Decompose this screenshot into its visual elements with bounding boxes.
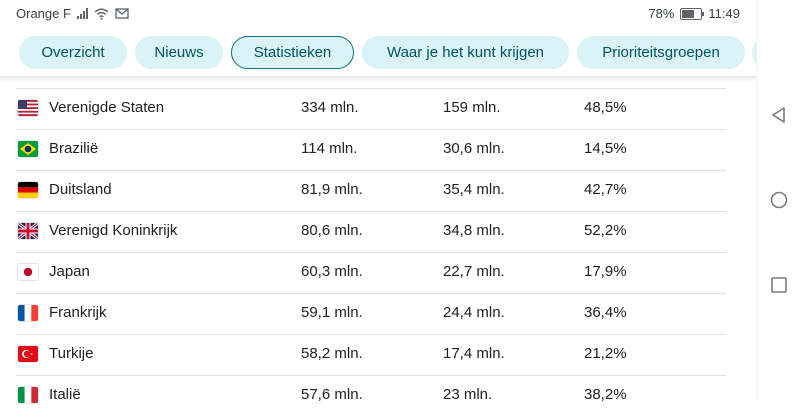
country-name: Brazilië: [49, 140, 99, 157]
mail-icon: [115, 8, 129, 19]
country-name: Italië: [49, 386, 81, 403]
signal-icon: [76, 8, 88, 19]
clock: 11:49: [708, 6, 740, 21]
population-value: 58,2 mln.: [301, 345, 363, 362]
row-divider: [16, 293, 726, 294]
tab-label: Prioriteitsgroepen: [602, 44, 720, 61]
status-bar: Orange F 78% 11:49: [0, 0, 756, 28]
country-name: Japan: [49, 263, 90, 280]
vaccinated-value: 30,6 mln.: [443, 140, 505, 157]
status-right: 78% 11:49: [648, 6, 740, 21]
population-value: 59,1 mln.: [301, 304, 363, 321]
table-row: Verenigde Staten 334 mln. 159 mln. 48,5%: [0, 88, 756, 129]
status-left: Orange F: [16, 6, 129, 21]
row-divider: [16, 334, 726, 335]
table-row: Japan 60,3 mln. 22,7 mln. 17,9%: [0, 252, 756, 293]
tab-prioriteitsgroepen[interactable]: Prioriteitsgroepen: [577, 36, 745, 69]
table-row: Frankrijk 59,1 mln. 24,4 mln. 36,4%: [0, 293, 756, 334]
tab-label: Waar je het kunt krijgen: [386, 44, 545, 61]
tab-bar-shadow: [0, 76, 756, 82]
flag-jp-icon: [18, 264, 38, 280]
row-divider: [16, 375, 726, 376]
battery-icon: [680, 7, 705, 20]
tab-bar: Overzicht Nieuws Statistieken Waar je he…: [0, 28, 756, 80]
vaccinated-value: 17,4 mln.: [443, 345, 505, 362]
vaccinated-value: 23 mln.: [443, 386, 493, 403]
vaccinated-value: 34,8 mln.: [443, 222, 505, 239]
tab-nieuws[interactable]: Nieuws: [135, 36, 223, 69]
row-divider: [16, 170, 726, 171]
row-divider: [16, 211, 726, 212]
recents-icon[interactable]: [770, 276, 788, 294]
population-value: 81,9 mln.: [301, 181, 363, 198]
percent-value: 48,5%: [584, 99, 627, 116]
row-divider: [16, 88, 726, 89]
percent-value: 38,2%: [584, 386, 627, 403]
flag-us-icon: [18, 100, 38, 116]
table-row: Brazilië 114 mln. 30,6 mln. 14,5%: [0, 129, 756, 170]
country-name: Verenigd Koninkrijk: [49, 222, 178, 239]
tab-waar-je-het-kunt-krijgen[interactable]: Waar je het kunt krijgen: [362, 36, 569, 69]
system-nav-bar: [756, 0, 800, 400]
table-row: Italië 57,6 mln. 23 mln. 38,2%: [0, 375, 756, 416]
country-name: Frankrijk: [49, 304, 107, 321]
row-divider: [16, 129, 726, 130]
table-row: Turkije 58,2 mln. 17,4 mln. 21,2%: [0, 334, 756, 375]
tab-statistieken[interactable]: Statistieken: [231, 36, 354, 69]
flag-it-icon: [18, 387, 38, 403]
population-value: 57,6 mln.: [301, 386, 363, 403]
tab-label: Overzicht: [41, 44, 105, 61]
percent-value: 17,9%: [584, 263, 627, 280]
vaccinated-value: 159 mln.: [443, 99, 501, 116]
carrier-label: Orange F: [16, 6, 71, 21]
flag-de-icon: [18, 182, 38, 198]
vaccinated-value: 24,4 mln.: [443, 304, 505, 321]
flag-tr-icon: [18, 346, 38, 362]
wifi-icon: [94, 8, 109, 20]
country-name: Turkije: [49, 345, 94, 362]
country-name: Duitsland: [49, 181, 112, 198]
table-row: Duitsland 81,9 mln. 35,4 mln. 42,7%: [0, 170, 756, 211]
table-row: Verenigd Koninkrijk 80,6 mln. 34,8 mln. …: [0, 211, 756, 252]
country-name: Verenigde Staten: [49, 99, 165, 116]
battery-percent: 78%: [648, 6, 675, 21]
percent-value: 42,7%: [584, 181, 627, 198]
percent-value: 52,2%: [584, 222, 627, 239]
back-icon[interactable]: [770, 106, 788, 124]
tab-label: Nieuws: [154, 44, 204, 61]
percent-value: 14,5%: [584, 140, 627, 157]
population-value: 334 mln.: [301, 99, 359, 116]
flag-br-icon: [18, 141, 38, 157]
flag-fr-icon: [18, 305, 38, 321]
population-value: 80,6 mln.: [301, 222, 363, 239]
vaccinated-value: 35,4 mln.: [443, 181, 505, 198]
population-value: 60,3 mln.: [301, 263, 363, 280]
home-icon[interactable]: [770, 191, 788, 209]
vaccinated-value: 22,7 mln.: [443, 263, 505, 280]
population-value: 114 mln.: [301, 140, 358, 157]
row-divider: [16, 252, 726, 253]
percent-value: 36,4%: [584, 304, 627, 321]
tab-overzicht[interactable]: Overzicht: [19, 36, 127, 69]
flag-gb-icon: [18, 223, 38, 239]
tab-label: Statistieken: [253, 44, 332, 61]
percent-value: 21,2%: [584, 345, 627, 362]
